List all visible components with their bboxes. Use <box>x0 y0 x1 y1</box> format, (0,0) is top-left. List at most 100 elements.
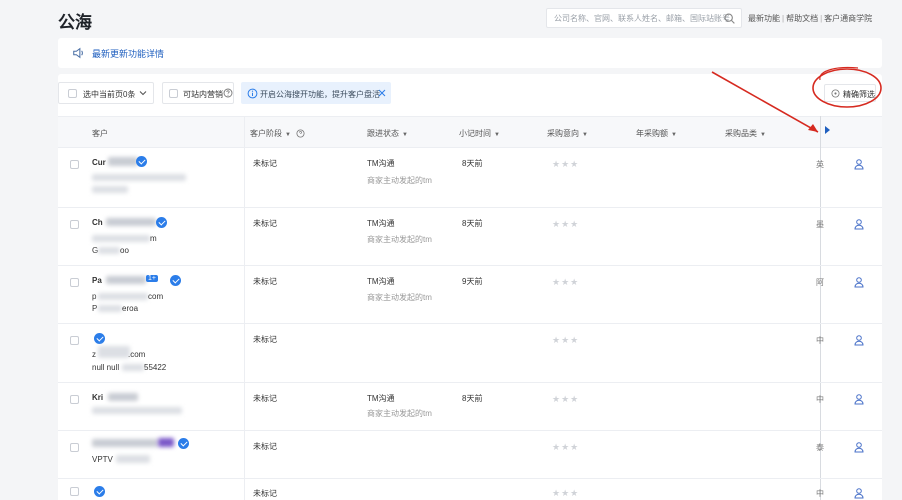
time-value: 9天前 <box>462 277 483 286</box>
customer-name[interactable]: Ch <box>92 218 103 227</box>
search-icon[interactable] <box>723 12 736 25</box>
new-features-link[interactable]: 最新功能 <box>748 14 780 23</box>
time-value: 8天前 <box>462 159 483 168</box>
search-input[interactable]: 公司名称、官网、联系人姓名、邮箱、国际站账号 <box>546 8 742 28</box>
intent-stars[interactable]: ★★★ <box>552 335 579 346</box>
followup-value: TM沟通 <box>367 159 395 168</box>
column-stage[interactable]: 客户阶段 ▼ <box>250 128 305 139</box>
followup-value: TM沟通 <box>367 277 395 286</box>
contact-fragment: m <box>150 234 157 243</box>
redacted-contact <box>98 305 122 312</box>
intent-stars[interactable]: ★★★ <box>552 277 579 288</box>
redacted-name <box>106 218 156 226</box>
user-icon[interactable] <box>853 158 865 170</box>
partial-value: 英 <box>816 160 824 169</box>
stage-value: 未标记 <box>253 219 277 228</box>
sort-icon[interactable]: ▼ <box>402 132 408 138</box>
column-followup[interactable]: 跟进状态 ▼ <box>367 128 408 139</box>
academy-link[interactable]: 客户通商学院 <box>824 14 872 23</box>
partial-value: 墨 <box>816 220 824 229</box>
column-category-label: 采购品类 <box>725 129 757 138</box>
sort-icon[interactable]: ▼ <box>285 132 291 138</box>
followup-subtext: 商家主动发起的tm <box>367 293 432 302</box>
customer-name[interactable]: Kri <box>92 393 103 402</box>
site-marketing-checkbox[interactable] <box>169 89 178 98</box>
user-icon[interactable] <box>853 441 865 453</box>
info-icon <box>247 88 258 99</box>
contact-fragment: oo <box>120 246 129 255</box>
column-stage-label: 客户阶段 <box>250 129 282 138</box>
select-page-dropdown[interactable]: 选中当前页0条 <box>58 82 154 104</box>
table-row[interactable]: Kri 未标记 TM沟通 商家主动发起的tm 8天前 ★★★ 中 <box>58 383 882 431</box>
scroll-right-icon[interactable] <box>825 126 830 134</box>
row-checkbox[interactable] <box>70 160 79 169</box>
redacted-contact <box>98 247 120 254</box>
stage-value: 未标记 <box>253 335 277 344</box>
redacted-contact <box>92 235 150 242</box>
table-row[interactable]: 未标记 ★★★ 中 <box>58 479 882 500</box>
intent-stars[interactable]: ★★★ <box>552 442 579 453</box>
site-marketing-toggle[interactable]: 可站内营销 <box>162 82 234 104</box>
intent-stars[interactable]: ★★★ <box>552 394 579 405</box>
time-value: 8天前 <box>462 219 483 228</box>
help-icon[interactable] <box>223 88 233 98</box>
column-annual[interactable]: 年采购额 ▼ <box>636 128 677 139</box>
user-icon[interactable] <box>853 393 865 405</box>
customer-name[interactable]: Cur <box>92 158 106 167</box>
row-checkbox[interactable] <box>70 336 79 345</box>
user-icon[interactable] <box>853 276 865 288</box>
customer-table-card: 选中当前页0条 可站内营销 开启公海搜开功能，提升客户盘活 精确筛选 客户 客户… <box>58 74 882 500</box>
select-page-label: 选中当前页0条 <box>83 90 136 99</box>
open-pool-tip-text: 开启公海搜开功能，提升客户盘活 <box>260 90 380 99</box>
top-bar: 公海 公司名称、官网、联系人姓名、邮箱、国际站账号 最新功能 | 帮助文档 | 客户通商… <box>0 0 902 36</box>
select-page-checkbox[interactable] <box>68 89 77 98</box>
top-links: 最新功能 | 帮助文档 | 客户通商学院 <box>748 14 873 23</box>
row-checkbox[interactable] <box>70 395 79 404</box>
table-row[interactable]: VPTV 未标记 ★★★ 泰 <box>58 431 882 479</box>
notice-bar[interactable]: 最新更新功能详情 <box>58 38 882 68</box>
contact-fragment: P <box>92 304 98 313</box>
table-row[interactable]: Pa 1+ p com P eroa 未标记 TM沟通 商家主动发起的tm 9天… <box>58 266 882 324</box>
intent-stars[interactable]: ★★★ <box>552 219 579 230</box>
stage-value: 未标记 <box>253 394 277 403</box>
redacted-contact <box>116 455 150 463</box>
stage-value: 未标记 <box>253 489 277 498</box>
sort-icon[interactable]: ▼ <box>671 132 677 138</box>
sort-icon[interactable]: ▼ <box>760 132 766 138</box>
contact-fragment: z <box>92 350 96 359</box>
help-docs-link[interactable]: 帮助文档 <box>786 14 818 23</box>
table-row[interactable]: Cur 未标记 TM沟通 商家主动发起的tm 8天前 ★★★ 英 <box>58 148 882 208</box>
filter-icon <box>831 89 840 98</box>
precise-filter-button[interactable]: 精确筛选 <box>824 84 876 102</box>
user-icon[interactable] <box>853 487 865 499</box>
close-icon[interactable] <box>377 88 387 98</box>
customer-name[interactable]: Pa <box>92 276 102 285</box>
contact-fragment: .com <box>128 350 146 359</box>
column-intent[interactable]: 采购意向 ▼ <box>547 128 588 139</box>
intent-stars[interactable]: ★★★ <box>552 488 579 499</box>
followup-value: TM沟通 <box>367 219 395 228</box>
row-checkbox[interactable] <box>70 220 79 229</box>
column-category[interactable]: 采购品类 ▼ <box>725 128 766 139</box>
verified-icon <box>178 438 189 449</box>
user-icon[interactable] <box>853 218 865 230</box>
sort-icon[interactable]: ▼ <box>582 132 588 138</box>
table-row[interactable]: z .com null null 55422 未标记 ★★★ 中 <box>58 324 882 383</box>
stage-value: 未标记 <box>253 159 277 168</box>
row-checkbox[interactable] <box>70 487 79 496</box>
notice-link[interactable]: 最新更新功能详情 <box>92 47 164 60</box>
search-placeholder: 公司名称、官网、联系人姓名、邮箱、国际站账号 <box>554 14 730 23</box>
site-marketing-label: 可站内营销 <box>183 90 223 99</box>
row-checkbox[interactable] <box>70 278 79 287</box>
row-checkbox[interactable] <box>70 443 79 452</box>
followup-subtext: 商家主动发起的tm <box>367 409 432 418</box>
intent-stars[interactable]: ★★★ <box>552 159 579 170</box>
column-time[interactable]: 小记时间 ▼ <box>459 128 500 139</box>
table-row[interactable]: Ch m G oo 未标记 TM沟通 商家主动发起的tm 8天前 ★★★ 墨 <box>58 208 882 266</box>
partial-value: 中 <box>816 336 824 345</box>
sort-icon[interactable]: ▼ <box>494 132 500 138</box>
redacted-badge <box>158 438 174 447</box>
column-annual-label: 年采购额 <box>636 129 668 138</box>
user-icon[interactable] <box>853 334 865 346</box>
help-icon[interactable] <box>296 129 305 138</box>
